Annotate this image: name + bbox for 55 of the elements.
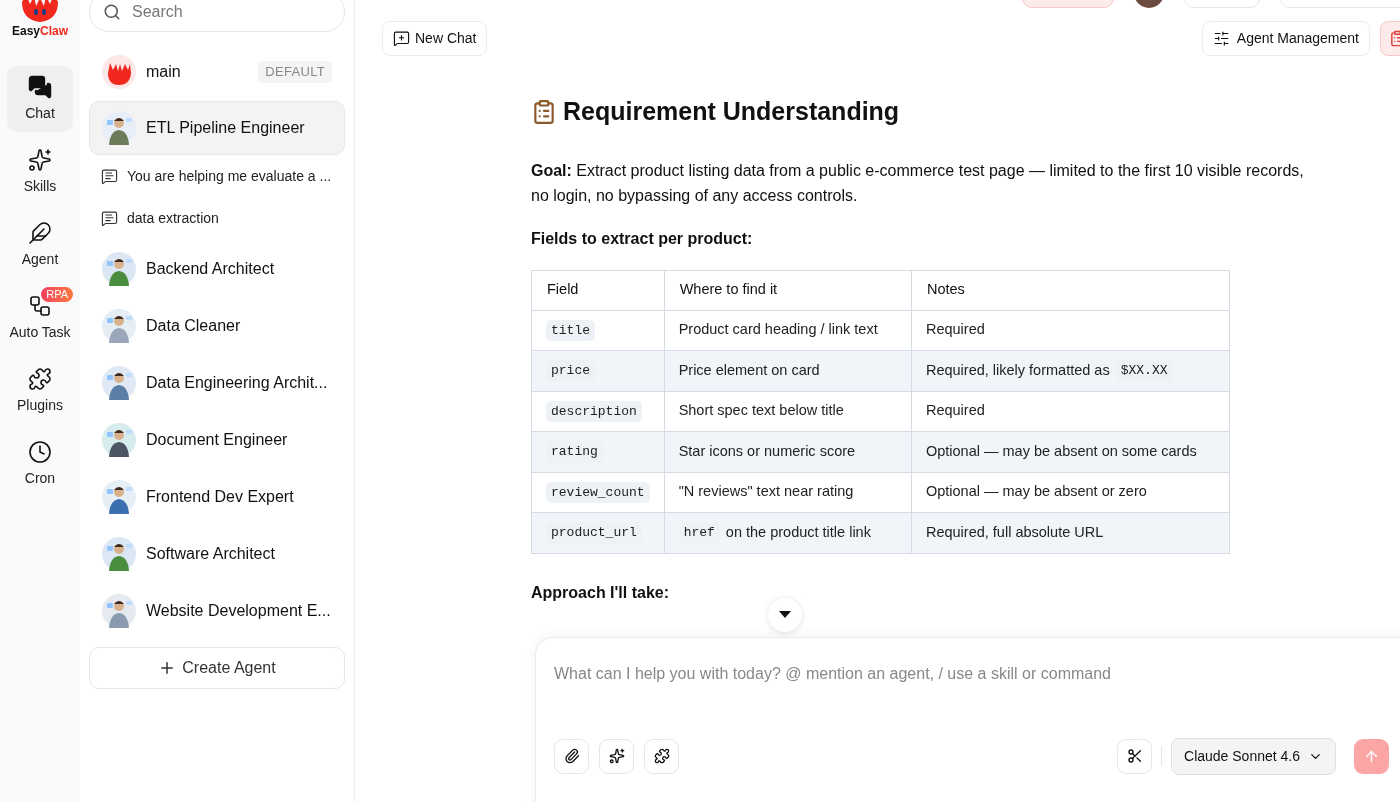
conversation-row[interactable]: You are helping me evaluate a ... xyxy=(89,155,345,197)
default-badge: DEFAULT xyxy=(258,61,332,83)
logo-text: Claw xyxy=(40,25,68,37)
goal-paragraph: Goal: Extract product listing data from a public e-commerce test page — limited to the first 10 visible records, no login, no bypassing of any access controls. xyxy=(531,160,1305,206)
nav-item[interactable]: Agent xyxy=(7,212,73,278)
nav-item[interactable]: Cron xyxy=(7,431,73,497)
sidebar-row[interactable]: Frontend Dev Expert xyxy=(89,470,345,524)
cell-text: Product card heading / link text xyxy=(678,320,878,340)
rpa-badge: RPA xyxy=(41,287,73,302)
code-text: title xyxy=(546,319,595,341)
new-chat-button[interactable]: New Chat xyxy=(382,21,488,56)
column-header: Field xyxy=(531,270,665,310)
code-text: href xyxy=(678,522,720,544)
column-header: Where to find it xyxy=(664,270,912,310)
conversation-row[interactable]: data extraction xyxy=(89,197,345,239)
nav-item[interactable]: Skills xyxy=(7,139,73,205)
cell-text: Required, full absolute URL xyxy=(925,522,1104,542)
nav-item[interactable]: Plugins xyxy=(7,358,73,424)
code-text: $XX.XX xyxy=(1115,360,1173,382)
sidebar-row[interactable]: Data Cleaner xyxy=(89,299,345,353)
cell-text: "N reviews" text near rating xyxy=(678,482,854,502)
approach-heading: Approach I'll take: xyxy=(531,582,671,603)
cell-text: Short spec text below title xyxy=(678,401,844,421)
cell-text: Star icons or numeric score xyxy=(678,441,856,461)
code-text: price xyxy=(546,360,595,382)
sidebar-row[interactable]: Backend Architect xyxy=(89,242,345,296)
column-header: Notes xyxy=(911,270,1230,310)
section-heading: Requirement Understanding xyxy=(563,96,900,127)
cell-text: Price element on card xyxy=(678,360,820,380)
nav-item[interactable]: Chat xyxy=(7,66,73,132)
sidebar-row[interactable]: main DEFAULT xyxy=(89,46,345,98)
agent-management-button[interactable]: Agent Management xyxy=(1201,21,1370,56)
sidebar-row[interactable]: Data Engineering Archit... xyxy=(89,356,345,410)
code-text: review_count xyxy=(546,481,650,503)
code-text: rating xyxy=(546,441,603,463)
search-field[interactable]: Search xyxy=(89,0,345,32)
composer-box[interactable]: What can I help you with today? @ mention an agent, / use a skill or command Claude Sonnet 4.6 xyxy=(535,636,1400,802)
cell-text: on the product title link xyxy=(725,522,871,542)
fields-heading: Fields to extract per product: xyxy=(531,228,754,249)
sidebar-row[interactable]: Document Engineer xyxy=(89,413,345,467)
model-select[interactable]: Claude Sonnet 4.6 xyxy=(1171,737,1336,775)
cell-text: Required xyxy=(925,401,985,421)
logo-text: Easy xyxy=(11,25,40,37)
create-agent-button[interactable]: Create Agent xyxy=(89,647,345,689)
sidebar-row[interactable]: Website Development E... xyxy=(89,584,345,638)
cell-text: Optional — may be absent on some cards xyxy=(925,441,1197,461)
nav-item[interactable]: RPA Auto Task xyxy=(7,285,73,351)
sidebar-row[interactable]: Software Architect xyxy=(89,527,345,581)
cell-text: Required xyxy=(925,320,985,340)
cell-text: Required, likely formatted as xyxy=(925,360,1110,380)
code-text: description xyxy=(546,400,642,422)
sidebar-row[interactable]: ETL Pipeline Engineer xyxy=(89,101,345,155)
code-text: product_url xyxy=(546,522,642,544)
message-input[interactable]: What can I help you with today? @ mention an agent, / use a skill or command xyxy=(554,661,1354,722)
cell-text: Optional — may be absent or zero xyxy=(925,482,1147,502)
